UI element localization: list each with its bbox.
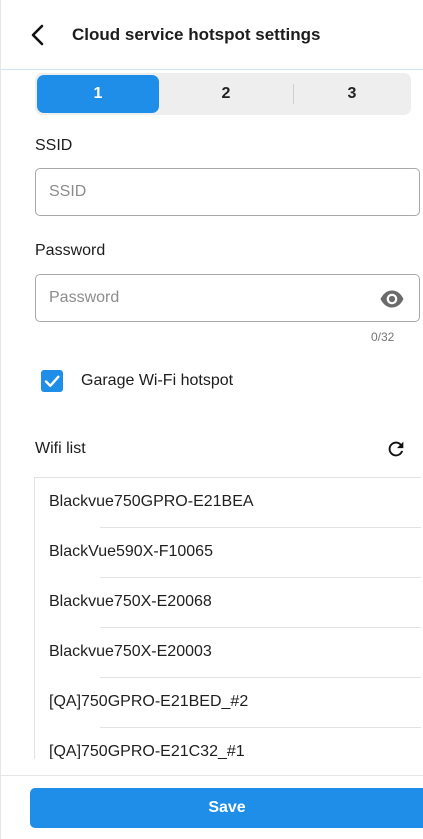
password-char-counter: 0/32 <box>371 330 395 344</box>
back-icon[interactable] <box>28 23 48 47</box>
segment-divider <box>293 84 294 104</box>
password-input[interactable] <box>49 275 369 321</box>
refresh-icon[interactable] <box>385 438 407 460</box>
tab-slot-1[interactable]: 1 <box>37 75 159 113</box>
wifi-list-item[interactable]: [QA]750GPRO-E21C32_#1 <box>35 728 421 759</box>
wifi-network-name: Blackvue750X-E20068 <box>49 593 212 610</box>
tab-slot-3[interactable]: 3 <box>295 75 409 113</box>
wifi-network-name: [QA]750GPRO-E21BED_#2 <box>49 693 249 710</box>
checkmark-icon <box>44 375 60 388</box>
tab-slot-2[interactable]: 2 <box>163 75 289 113</box>
wifi-network-name: BlackVue590X-F10065 <box>49 543 213 560</box>
top-bar: Cloud service hotspot settings <box>1 0 423 70</box>
page-title: Cloud service hotspot settings <box>72 25 321 44</box>
wifi-list-item[interactable]: Blackvue750X-E20068 <box>35 578 421 628</box>
footer-divider <box>1 775 423 776</box>
wifi-network-name: Blackvue750GPRO-E21BEA <box>49 493 254 510</box>
wifi-list: Blackvue750GPRO-E21BEA BlackVue590X-F100… <box>34 477 421 759</box>
ssid-field-container <box>35 168 420 216</box>
garage-hotspot-checkbox[interactable] <box>41 370 63 392</box>
wifi-list-title: Wifi list <box>35 440 86 457</box>
wifi-list-item[interactable]: BlackVue590X-F10065 <box>35 528 421 578</box>
password-label: Password <box>35 242 106 259</box>
wifi-list-item[interactable]: Blackvue750X-E20003 <box>35 628 421 678</box>
save-button[interactable]: Save <box>30 788 423 828</box>
wifi-network-name: [QA]750GPRO-E21C32_#1 <box>49 743 245 759</box>
garage-hotspot-label: Garage Wi-Fi hotspot <box>81 372 234 389</box>
ssid-label: SSID <box>35 137 73 154</box>
wifi-list-item[interactable]: [QA]750GPRO-E21BED_#2 <box>35 678 421 728</box>
eye-icon[interactable] <box>379 288 405 310</box>
hotspot-slot-selector: 1 2 3 <box>35 73 411 115</box>
wifi-network-name: Blackvue750X-E20003 <box>49 643 212 660</box>
password-field-container <box>35 274 420 322</box>
hotspot-settings-screen: Cloud service hotspot settings 1 2 3 SSI… <box>0 0 423 839</box>
ssid-input[interactable] <box>49 169 369 215</box>
wifi-list-item[interactable]: Blackvue750GPRO-E21BEA <box>35 478 421 528</box>
